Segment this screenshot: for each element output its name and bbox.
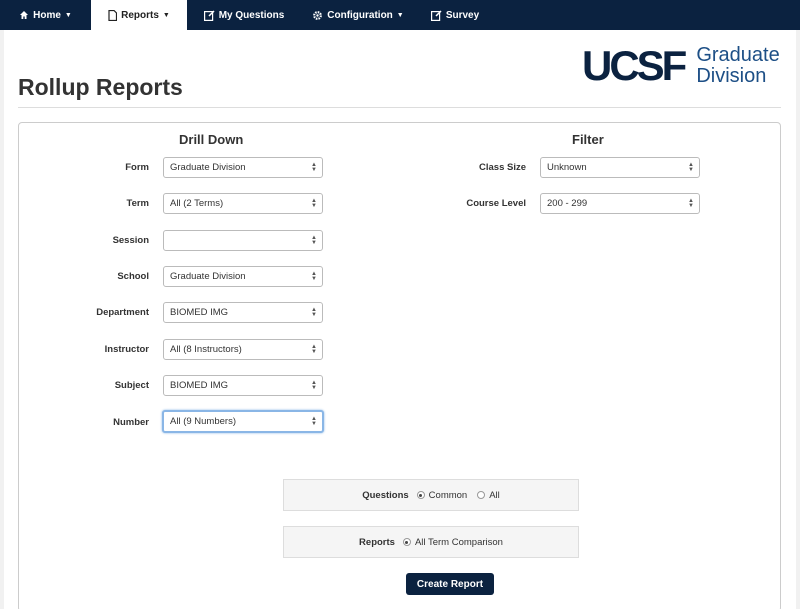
department-label: Department: [96, 307, 149, 318]
logo-line-2: Division: [696, 65, 767, 87]
class-size-label: Class Size: [479, 162, 526, 173]
form-select-value: Graduate Division: [170, 162, 246, 173]
questions-common-label[interactable]: Common: [429, 490, 468, 501]
reports-options: Reports All Term Comparison: [283, 526, 579, 558]
chevron-down-icon: ▼: [162, 11, 170, 19]
number-label: Number: [113, 417, 149, 428]
term-label: Term: [126, 198, 149, 209]
subject-select-value: BIOMED IMG: [170, 380, 229, 391]
department-select[interactable]: BIOMED IMG ▲ ▼: [163, 302, 323, 323]
course-level-select-value: 200 - 299: [547, 198, 588, 209]
reports-all-term-label[interactable]: All Term Comparison: [415, 537, 503, 548]
nav-configuration-label: Configuration: [327, 9, 393, 21]
top-navbar: Home ▼ Reports ▼ My Questions Configurat…: [0, 0, 800, 30]
questions-options: Questions Common All: [283, 479, 579, 511]
select-arrows-icon: ▲ ▼: [311, 234, 317, 246]
ucsf-logo: UCSF Graduate Division: [582, 38, 787, 94]
number-select-value: All (9 Numbers): [170, 416, 236, 427]
drill-down-heading: Drill Down: [179, 132, 244, 147]
chevron-down-icon: ▼: [396, 11, 404, 19]
session-label: Session: [112, 235, 149, 246]
edit-icon: [430, 9, 442, 21]
instructor-select[interactable]: All (8 Instructors) ▲ ▼: [163, 339, 323, 360]
school-label: School: [117, 271, 149, 282]
class-size-select-value: Unknown: [547, 162, 587, 173]
school-select-value: Graduate Division: [170, 271, 246, 282]
term-select[interactable]: All (2 Terms) ▲ ▼: [163, 193, 323, 214]
reports-label: Reports: [359, 536, 395, 548]
chevron-down-icon: ▼: [64, 11, 72, 19]
select-arrows-icon: ▲ ▼: [688, 197, 694, 209]
questions-all-radio[interactable]: [477, 491, 486, 499]
logo-line-1: Graduate: [696, 44, 780, 66]
nav-survey[interactable]: Survey: [415, 0, 495, 30]
create-report-button[interactable]: Create Report: [406, 573, 494, 595]
logo-mark: UCSF: [582, 42, 687, 89]
department-select-value: BIOMED IMG: [170, 307, 229, 318]
questions-all-label[interactable]: All: [489, 490, 500, 501]
session-select[interactable]: ▲ ▼: [163, 230, 323, 251]
page-title: Rollup Reports: [18, 74, 183, 100]
nav-reports[interactable]: Reports ▼: [91, 0, 187, 30]
select-arrows-icon: ▲ ▼: [311, 270, 317, 282]
nav-configuration[interactable]: Configuration ▼: [301, 0, 415, 30]
nav-home[interactable]: Home ▼: [0, 0, 91, 30]
instructor-select-value: All (8 Instructors): [170, 344, 242, 355]
nav-survey-label: Survey: [445, 9, 480, 21]
select-arrows-icon: ▲ ▼: [311, 343, 317, 355]
number-select[interactable]: All (9 Numbers) ▲ ▼: [162, 410, 324, 433]
home-icon: [19, 10, 29, 20]
gear-icon: [312, 10, 323, 21]
select-arrows-icon: ▲ ▼: [311, 161, 317, 173]
class-size-select[interactable]: Unknown ▲ ▼: [540, 157, 700, 178]
nav-my-questions-label: My Questions: [218, 9, 285, 21]
questions-label: Questions: [362, 489, 409, 501]
reports-all-term-radio[interactable]: [402, 538, 411, 546]
nav-home-label: Home: [33, 9, 61, 21]
edit-icon: [203, 9, 215, 21]
term-select-value: All (2 Terms): [170, 198, 224, 209]
course-level-select[interactable]: 200 - 299 ▲ ▼: [540, 193, 700, 214]
select-arrows-icon: ▲ ▼: [688, 161, 694, 173]
questions-common-radio[interactable]: [416, 491, 425, 499]
nav-reports-label: Reports: [121, 9, 159, 21]
select-arrows-icon: ▲ ▼: [311, 197, 317, 209]
document-icon: [108, 9, 118, 21]
title-divider: [18, 107, 781, 108]
subject-select[interactable]: BIOMED IMG ▲ ▼: [163, 375, 323, 396]
select-arrows-icon: ▲ ▼: [311, 306, 317, 318]
school-select[interactable]: Graduate Division ▲ ▼: [163, 266, 323, 287]
course-level-label: Course Level: [466, 198, 526, 209]
instructor-label: Instructor: [104, 344, 149, 355]
filter-heading: Filter: [572, 132, 604, 147]
select-arrows-icon: ▲ ▼: [311, 379, 317, 391]
subject-label: Subject: [114, 380, 149, 391]
form-label: Form: [125, 162, 149, 173]
logo-text: Graduate Division: [696, 45, 779, 87]
form-select[interactable]: Graduate Division ▲ ▼: [163, 157, 323, 178]
select-arrows-icon: ▲ ▼: [311, 415, 317, 427]
nav-my-questions[interactable]: My Questions: [187, 0, 301, 30]
